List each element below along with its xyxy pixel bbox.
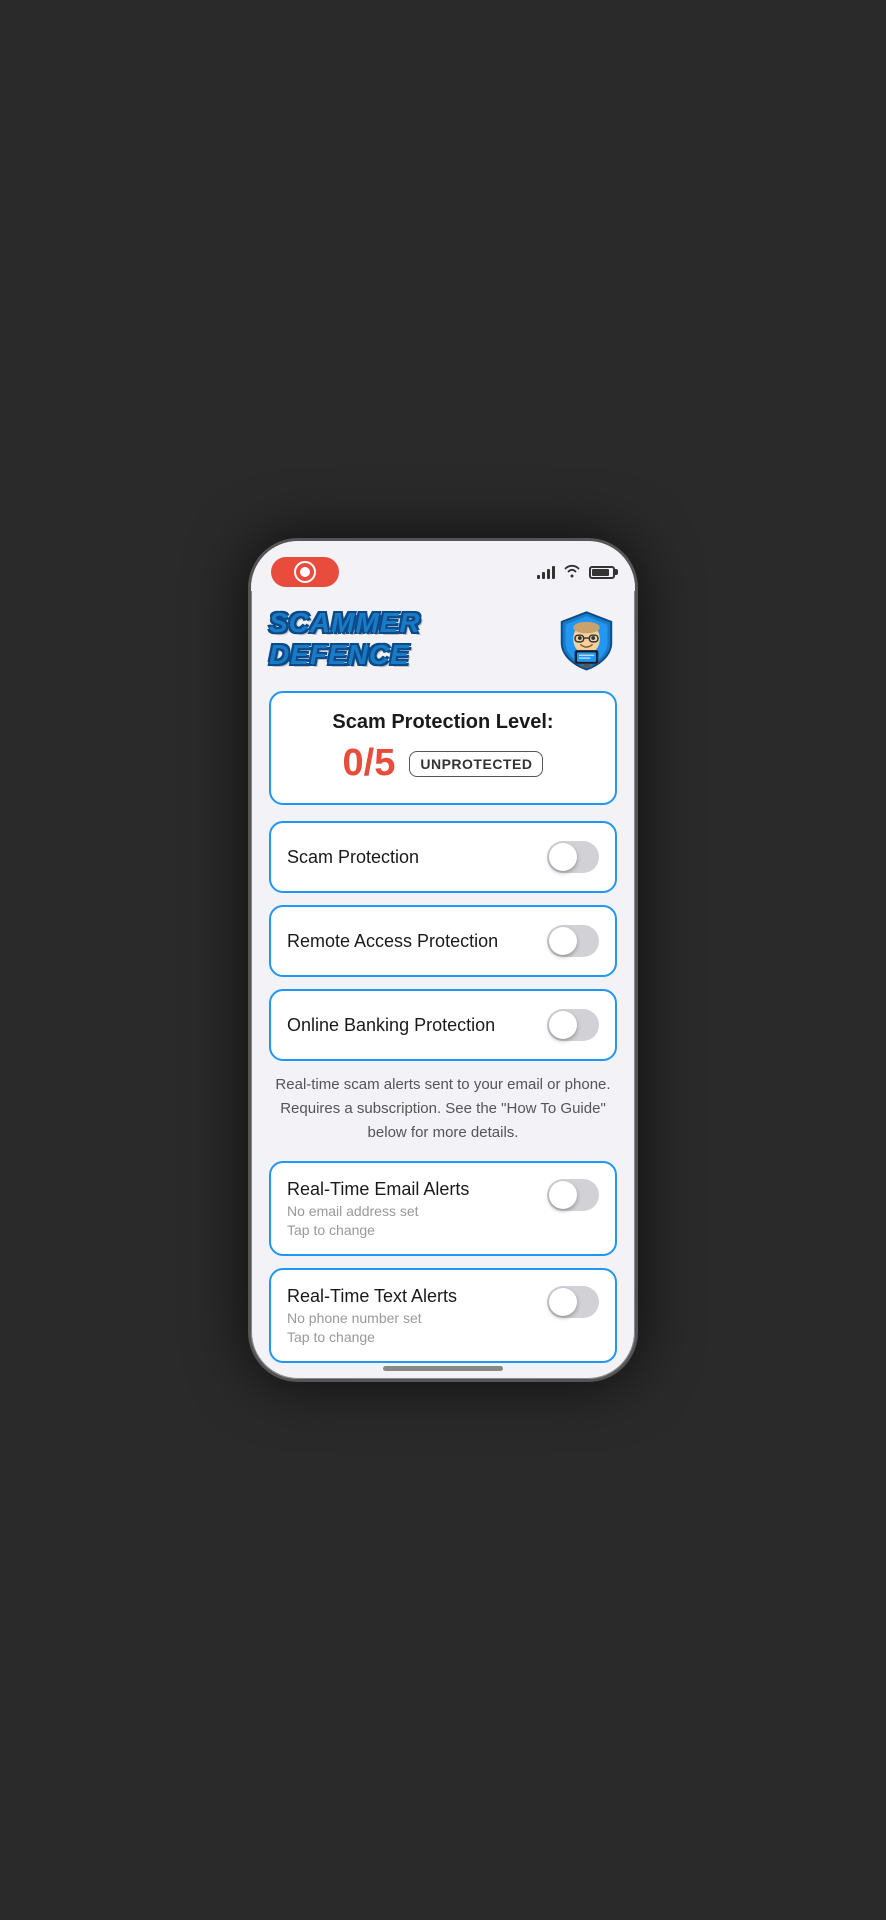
phone-frame: SCAMMER DEFENCE	[248, 538, 638, 1382]
battery-icon	[589, 566, 615, 579]
protection-level-card: Scam Protection Level: 0/5 UNPROTECTED	[269, 691, 617, 805]
scam-protection-toggle[interactable]	[547, 841, 599, 873]
email-no-address: No email address set	[287, 1203, 547, 1219]
toggle-thumb	[549, 843, 577, 871]
text-alerts-label: Real-Time Text Alerts	[287, 1286, 547, 1307]
online-banking-toggle-card[interactable]: Online Banking Protection	[269, 989, 617, 1061]
text-alerts-toggle[interactable]	[547, 1286, 599, 1318]
text-alerts-card[interactable]: Real-Time Text Alerts No phone number se…	[269, 1268, 617, 1363]
app-content[interactable]: SCAMMER DEFENCE	[251, 591, 635, 1382]
toggle-thumb	[549, 1288, 577, 1316]
remote-access-label: Remote Access Protection	[287, 931, 498, 952]
app-header: SCAMMER DEFENCE	[269, 607, 617, 671]
record-button[interactable]	[271, 557, 339, 587]
protection-level-title: Scam Protection Level:	[287, 711, 599, 734]
status-bar	[251, 541, 635, 591]
email-tap-to-change: Tap to change	[287, 1222, 547, 1238]
online-banking-label: Online Banking Protection	[287, 1015, 495, 1036]
text-alerts-label-group: Real-Time Text Alerts No phone number se…	[287, 1286, 547, 1345]
scam-protection-toggle-card[interactable]: Scam Protection	[269, 821, 617, 893]
info-text: Real-time scam alerts sent to your email…	[269, 1073, 617, 1145]
app-logo-text: SCAMMER DEFENCE	[269, 607, 556, 671]
record-ring-icon	[294, 561, 316, 583]
online-banking-toggle[interactable]	[547, 1009, 599, 1041]
protection-badge: UNPROTECTED	[409, 751, 543, 777]
text-tap-to-change: Tap to change	[287, 1329, 547, 1345]
email-alerts-label: Real-Time Email Alerts	[287, 1179, 547, 1200]
text-no-number: No phone number set	[287, 1310, 547, 1326]
mascot-icon: SCAMMER DEFENCE	[556, 607, 617, 671]
signal-icon	[537, 565, 555, 579]
protection-score: 0/5	[343, 742, 396, 785]
toggle-thumb	[549, 1181, 577, 1209]
remote-access-toggle[interactable]	[547, 925, 599, 957]
wifi-icon	[563, 564, 581, 581]
email-alerts-label-group: Real-Time Email Alerts No email address …	[287, 1179, 547, 1238]
protection-score-row: 0/5 UNPROTECTED	[287, 742, 599, 785]
status-left	[271, 557, 339, 587]
toggle-thumb	[549, 1011, 577, 1039]
email-alerts-toggle[interactable]	[547, 1179, 599, 1211]
email-alerts-card[interactable]: Real-Time Email Alerts No email address …	[269, 1161, 617, 1256]
toggle-thumb	[549, 927, 577, 955]
status-right	[537, 564, 615, 581]
remote-access-toggle-card[interactable]: Remote Access Protection	[269, 905, 617, 977]
home-indicator	[383, 1366, 503, 1371]
scam-protection-label: Scam Protection	[287, 847, 419, 868]
